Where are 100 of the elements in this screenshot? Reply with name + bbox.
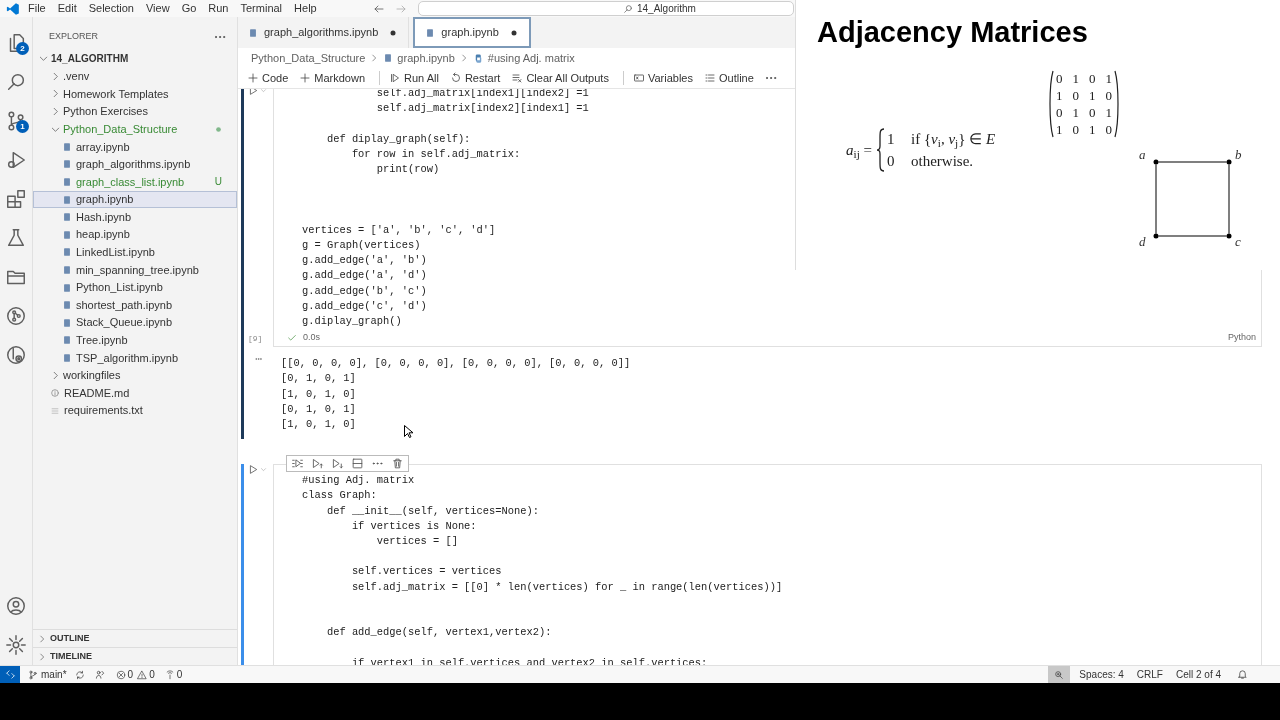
run-cell-above-button[interactable] [311, 457, 324, 471]
code-line: #using Adj. matrix [302, 473, 415, 489]
toolbar-button[interactable]: Run All [386, 69, 442, 87]
bell-icon[interactable] [1237, 669, 1248, 680]
parenthesis-icon [1114, 70, 1120, 138]
toolbar-button[interactable]: Clear All Outputs [508, 69, 612, 87]
share-icon[interactable] [94, 669, 106, 680]
menu-item[interactable]: Help [294, 0, 317, 17]
tree-item[interactable]: LinkedList.ipynb [33, 243, 237, 262]
panel-header[interactable]: OUTLINE [33, 629, 237, 647]
tree-item[interactable]: 14_ALGORITHM [33, 50, 237, 68]
menu-item[interactable]: Selection [88, 0, 134, 17]
code-line: if vertices is None: [350, 518, 477, 534]
git-status-letter: U [214, 175, 222, 190]
menu-item[interactable]: Go [181, 0, 197, 17]
tree-item[interactable]: Hash.ipynb [33, 208, 237, 226]
status-item[interactable]: Spaces: 4 [1079, 667, 1124, 682]
tree-item[interactable]: array.ipynb [33, 137, 237, 156]
output-line: [1, 0, 1, 0] [281, 417, 356, 432]
menu-item[interactable]: Terminal [240, 0, 283, 17]
count-badge: 2 [16, 42, 29, 55]
output-line: [0, 1, 0, 1] [281, 401, 356, 417]
tree-item[interactable]: graph_algorithms.ipynb [33, 155, 237, 174]
toolbar-button[interactable]: Outline [700, 69, 757, 87]
node-label: c [1235, 235, 1241, 249]
menu-item[interactable]: Run [208, 0, 229, 17]
language-label[interactable]: Python [1227, 330, 1256, 345]
menu-item[interactable]: View [145, 0, 170, 17]
formula-lhs: a$_{ij}$ = [846, 140, 872, 162]
toolbar-button[interactable]: Markdown [296, 69, 369, 87]
nodes-circle-icon[interactable] [5, 305, 27, 327]
tree-item[interactable]: Homework Templates [33, 85, 237, 103]
tree-item[interactable]: Python_List.ipynb [33, 278, 237, 297]
file-icon [62, 158, 72, 171]
remote-button[interactable] [0, 666, 20, 683]
tree-item[interactable]: workingfiles [33, 366, 237, 385]
code-line: g.add_edge('a', 'b') [302, 253, 427, 269]
toolbar-button[interactable]: Restart [446, 69, 504, 87]
execution-count: [9] [248, 333, 264, 346]
breadcrumb-item[interactable]: graph.ipynb [383, 49, 455, 67]
tree-item[interactable]: heap.ipynb [33, 225, 237, 244]
file-icon [425, 26, 436, 39]
tree-item[interactable]: Python_Data_Structure [33, 120, 237, 138]
matrix-entry: 0 [1072, 87, 1079, 104]
matrix-entry: 1 [1105, 70, 1112, 87]
output-line: [0, 1, 0, 1] [281, 371, 356, 387]
code-line: self.vertices = vertices [350, 564, 502, 580]
status-item[interactable]: CRLF [1136, 667, 1163, 682]
breadcrumb-item[interactable]: Python_Data_Structure [251, 49, 366, 67]
editor-tab[interactable]: graph_algorithms.ipynb [238, 17, 410, 48]
zoom-button[interactable] [1048, 666, 1071, 683]
flask-icon[interactable] [5, 227, 27, 249]
code-line: vertices = ['a', 'b', 'c', 'd'] [302, 222, 496, 238]
tree-item[interactable]: Stack_Queue.ipynb [33, 313, 237, 332]
plus-icon [299, 72, 312, 84]
tree-item[interactable]: graph_class_list.ipynb U [33, 173, 237, 191]
tree-item[interactable]: Tree.ipynb [33, 331, 237, 350]
tree-item[interactable]: TSP_algorithm.ipynb [33, 349, 237, 367]
sync-icon[interactable] [74, 669, 85, 680]
matrix-entry: 0 [1072, 121, 1079, 138]
split-cell-button[interactable] [351, 457, 364, 471]
tree-item[interactable]: shortest_path.ipynb [33, 296, 237, 314]
command-center-search[interactable]: 14_Algorithm [418, 1, 794, 16]
run-debug-icon[interactable] [5, 149, 27, 171]
tree-item[interactable]: Python Exercises [33, 102, 237, 121]
branch-button[interactable]: main* [28, 667, 67, 682]
menu-item[interactable]: Edit [57, 0, 77, 17]
menu-item[interactable]: File [28, 0, 46, 17]
toolbar-button[interactable]: Variables [629, 69, 696, 87]
file-icon [62, 211, 72, 224]
tree-item[interactable]: requirements.txt [33, 401, 237, 420]
settings-icon[interactable] [5, 634, 27, 656]
tree-item[interactable]: .venv [33, 67, 237, 86]
delete-icon[interactable] [391, 457, 404, 471]
case-condition: otherwise. [911, 152, 974, 171]
matrix-entry: 1 [1056, 87, 1063, 104]
tree-item[interactable]: graph.ipynb [33, 190, 237, 209]
zoom-icon [1054, 669, 1065, 680]
run-cell-below-button[interactable] [331, 457, 344, 471]
breadcrumb-item[interactable]: #using Adj. matrix [472, 49, 575, 67]
mouse-pointer-icon [404, 425, 413, 438]
tree-item[interactable]: README.md [33, 384, 237, 402]
account-icon[interactable] [5, 595, 27, 617]
node-label: d [1139, 235, 1146, 249]
blocks-icon[interactable] [5, 188, 27, 210]
tree-item[interactable]: min_spanning_tree.ipynb [33, 261, 237, 279]
run-duration: 0.0s [303, 330, 320, 344]
file-icon [62, 246, 72, 259]
ports-button[interactable]: 0 [164, 667, 183, 682]
matrix-entry: 0 [1056, 70, 1063, 87]
status-item[interactable]: Cell 2 of 4 [1175, 667, 1221, 682]
search-icon[interactable] [5, 71, 27, 93]
file-icon [62, 334, 72, 347]
editor-tab[interactable]: graph.ipynb [413, 17, 531, 48]
run-cell-button[interactable] [248, 464, 259, 476]
case-condition: if {v$_{i}$, v$_{j}$} ∈ E [911, 130, 996, 150]
code-line: def diplay_graph(self): [325, 131, 471, 147]
toolbar-button[interactable]: Code [244, 69, 292, 87]
plus-icon [247, 72, 259, 84]
problems-button[interactable]: 0 0 [115, 667, 155, 682]
